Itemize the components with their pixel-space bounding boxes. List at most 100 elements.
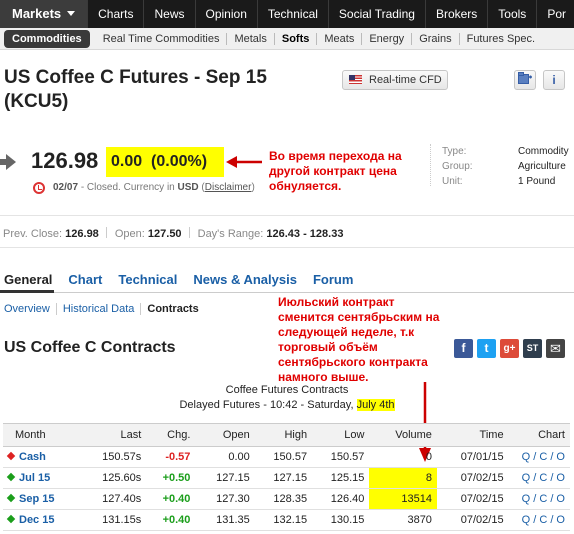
down-diamond-icon: [6, 451, 16, 461]
info-button[interactable]: i: [543, 70, 565, 90]
group-value: Agriculture: [518, 161, 566, 172]
contract-month-link[interactable]: Sep 15: [3, 488, 85, 510]
add-to-portfolio-button[interactable]: [514, 70, 536, 90]
facebook-icon[interactable]: f: [454, 339, 473, 358]
subnav-futures-spec[interactable]: Futures Spec.: [460, 33, 542, 45]
up-diamond-icon: [6, 472, 16, 482]
top-nav: Markets Charts News Opinion Technical So…: [0, 0, 574, 28]
divider: [0, 247, 574, 248]
annotation-middle: Июльский контракт сменится сентябрьским …: [278, 295, 440, 384]
unit-value: 1 Pound: [518, 176, 556, 187]
column-header-chg[interactable]: Chg.: [146, 423, 196, 447]
subtab-overview[interactable]: Overview: [4, 303, 57, 315]
contracts-caption: Coffee Futures Contracts: [225, 384, 349, 396]
email-icon[interactable]: ✉: [546, 339, 565, 358]
nav-social-trading[interactable]: Social Trading: [329, 0, 426, 28]
subnav-energy[interactable]: Energy: [362, 32, 413, 45]
group-label: Group:: [442, 161, 473, 172]
chevron-down-icon: [67, 11, 76, 16]
tab-forum[interactable]: Forum: [313, 272, 353, 288]
volume-highlight: 8: [369, 467, 437, 489]
column-header-month[interactable]: Month: [3, 423, 85, 447]
column-header-chart[interactable]: Chart: [508, 423, 570, 447]
nav-markets[interactable]: Markets: [0, 0, 89, 28]
tab-divider: [0, 292, 574, 293]
page-title-line2: (KCU5): [4, 91, 69, 112]
type-label: Type:: [442, 146, 467, 157]
prev-close-value: 126.98: [65, 228, 99, 240]
nav-news[interactable]: News: [144, 0, 196, 28]
divider: [430, 144, 431, 186]
annotation-arrow-icon: [226, 156, 262, 168]
nav-charts[interactable]: Charts: [88, 0, 145, 28]
stocktwits-icon[interactable]: ST: [523, 339, 542, 358]
day-range-value: 126.43 - 128.33: [266, 228, 344, 240]
up-diamond-icon: [6, 493, 16, 503]
quote-stats: Prev. Close: 126.98 Open: 127.50 Day's R…: [3, 227, 344, 240]
portfolio-add-icon: [518, 72, 532, 84]
date-highlight: July 4th: [356, 399, 395, 411]
subtab-contracts[interactable]: Contracts: [147, 303, 204, 315]
table-row: Jul 15 125.60s +0.50 127.15 127.15 125.1…: [3, 467, 570, 489]
chart-links[interactable]: Q / C / O: [508, 509, 570, 531]
annotation-top: Во время перехода на другой контракт цен…: [269, 149, 402, 193]
table-row: Dec 15 131.15s +0.40 131.35 132.15 130.1…: [3, 509, 570, 531]
contracts-heading: US Coffee C Contracts: [4, 339, 176, 356]
column-header-low[interactable]: Low: [312, 423, 370, 447]
sub-tabs: Overview Historical Data Contracts: [4, 303, 211, 315]
chart-links[interactable]: Q / C / O: [508, 446, 570, 468]
tab-technical[interactable]: Technical: [118, 272, 177, 288]
up-diamond-icon: [6, 514, 16, 524]
subtab-historical-data[interactable]: Historical Data: [63, 303, 142, 315]
change-percent: (0.00%): [151, 153, 208, 170]
twitter-icon[interactable]: t: [477, 339, 496, 358]
market-status: 02/07 - Closed. Currency in USD (Disclai…: [53, 182, 255, 193]
nav-portfolio[interactable]: Por: [537, 0, 574, 28]
table-row: Sep 15 127.40s +0.40 127.30 128.35 126.4…: [3, 488, 570, 510]
clock-icon: [33, 182, 45, 194]
tab-general[interactable]: General: [4, 272, 52, 288]
subnav-commodities[interactable]: Commodities: [4, 29, 90, 48]
nav-opinion[interactable]: Opinion: [196, 0, 258, 28]
column-header-volume[interactable]: Volume: [369, 423, 437, 447]
column-header-last[interactable]: Last: [84, 423, 147, 447]
google-plus-icon[interactable]: g+: [500, 339, 519, 358]
subnav-metals[interactable]: Metals: [227, 32, 275, 45]
subnav-real-time-commodities[interactable]: Real Time Commodities: [96, 32, 228, 45]
nav-brokers[interactable]: Brokers: [426, 0, 489, 28]
chart-links[interactable]: Q / C / O: [508, 488, 570, 510]
contracts-table: Month Last Chg. Open High Low Volume Tim…: [3, 423, 570, 531]
last-price: 126.98: [31, 148, 99, 173]
column-header-high[interactable]: High: [254, 423, 313, 447]
nav-technical[interactable]: Technical: [258, 0, 329, 28]
active-tab-indicator: [0, 290, 54, 293]
subnav-meats[interactable]: Meats: [317, 32, 363, 45]
change-value: 0.00: [111, 153, 143, 170]
contracts-delayed-caption: Delayed Futures - 10:42 - Saturday, July…: [179, 399, 395, 411]
open-value: 127.50: [147, 228, 182, 240]
us-flag-icon: [349, 75, 362, 84]
chart-links[interactable]: Q / C / O: [508, 467, 570, 489]
unit-label: Unit:: [442, 176, 463, 187]
arrow-right-icon: [0, 154, 16, 170]
volume-highlight: 13514: [369, 488, 437, 510]
contract-month-link[interactable]: Jul 15: [3, 467, 85, 489]
table-header-row: Month Last Chg. Open High Low Volume Tim…: [3, 423, 570, 447]
type-value: Commodity: [518, 146, 569, 157]
column-header-open[interactable]: Open: [195, 423, 255, 447]
tab-chart[interactable]: Chart: [68, 272, 102, 288]
disclaimer-link[interactable]: Disclaimer: [205, 182, 252, 193]
price-change: 0.00 (0.00%): [106, 147, 224, 177]
tab-news-analysis[interactable]: News & Analysis: [193, 272, 297, 288]
contract-month-link[interactable]: Cash: [3, 446, 85, 468]
contract-month-link[interactable]: Dec 15: [3, 509, 85, 531]
page-title: US Coffee C Futures - Sep 15 (KCU5): [4, 66, 324, 114]
column-header-time[interactable]: Time: [436, 423, 509, 447]
nav-tools[interactable]: Tools: [488, 0, 538, 28]
subnav-grains[interactable]: Grains: [412, 32, 460, 45]
page-title-line1: US Coffee C Futures - Sep 15: [4, 67, 267, 88]
realtime-cfd-button[interactable]: Real-time CFD: [342, 70, 448, 90]
divider: [0, 215, 574, 216]
subnav-softs[interactable]: Softs: [275, 32, 318, 45]
main-tabs: General Chart Technical News & Analysis …: [4, 272, 369, 288]
